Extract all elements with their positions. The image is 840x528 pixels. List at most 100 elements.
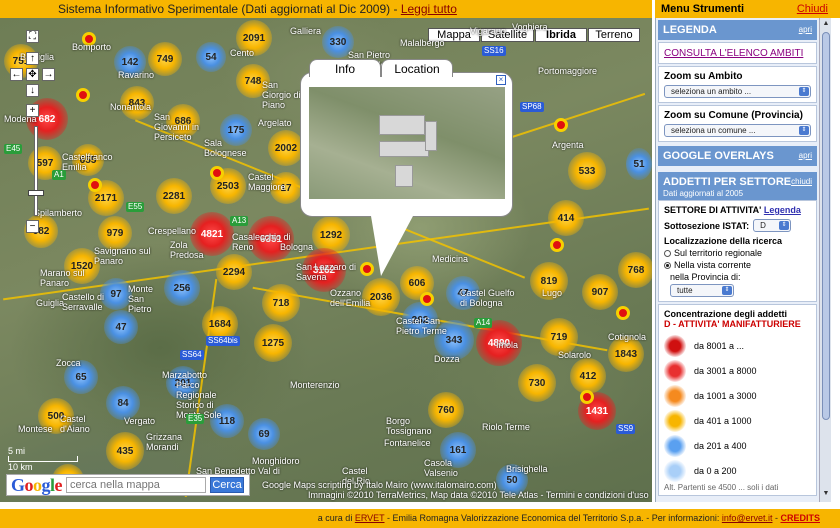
cluster-marker[interactable]: 84: [106, 386, 140, 420]
localizzazione-label: Localizzazione della ricerca: [664, 236, 783, 246]
place-label: Vigarano: [470, 26, 506, 36]
place-label: Fontanelice: [384, 438, 431, 448]
email-link[interactable]: info@ervet.it: [722, 513, 773, 523]
place-label: Argelato: [258, 118, 292, 128]
cluster-marker[interactable]: 47: [104, 310, 138, 344]
legend-header[interactable]: LEGENDA apri: [658, 20, 817, 40]
location-marker[interactable]: [76, 88, 90, 102]
zoom-in-icon[interactable]: +: [26, 104, 39, 117]
place-label: Guiglia: [36, 298, 65, 308]
place-label: Castel Maggiore: [248, 172, 286, 192]
location-marker[interactable]: [210, 166, 224, 180]
close-menu-link[interactable]: Chiudi: [797, 0, 828, 18]
place-label: Montese: [18, 424, 53, 434]
place-label: Argenta: [552, 140, 584, 150]
location-marker[interactable]: [88, 178, 102, 192]
tab-location[interactable]: Location: [381, 59, 453, 77]
sottosezione-select[interactable]: D ⇕: [753, 219, 792, 232]
radio-regional[interactable]: Sul territorio regionale: [664, 248, 811, 258]
fullscreen-icon[interactable]: ⛶: [26, 30, 39, 43]
legend-title: LEGENDA: [663, 24, 717, 36]
ervet-link[interactable]: ERVET: [355, 513, 385, 523]
ambiti-list-link[interactable]: CONSULTA L'ELENCO AMBITI: [664, 48, 803, 59]
pan-down-icon[interactable]: ↓: [26, 84, 39, 97]
place-label: Zola Predosa: [170, 240, 204, 260]
place-label: Casola Valsenio: [424, 458, 458, 478]
zoom-slider-thumb[interactable]: [28, 190, 44, 196]
search-button[interactable]: Cerca: [210, 477, 245, 493]
pan-up-icon[interactable]: ↑: [26, 52, 39, 65]
legend-row: da 201 a 400: [664, 433, 811, 458]
overlays-header[interactable]: GOOGLE OVERLAYS apri: [658, 146, 817, 166]
location-marker[interactable]: [420, 292, 434, 306]
cluster-marker[interactable]: 2281: [156, 178, 192, 214]
cluster-marker[interactable]: 718: [262, 284, 300, 322]
place-label: Sala Bolognese: [204, 138, 247, 158]
place-label: Monghidoro: [252, 456, 300, 466]
zoom-slider[interactable]: [34, 126, 38, 216]
sidebar-scrollbar[interactable]: ▲ ▼: [819, 18, 831, 502]
cluster-marker[interactable]: 412: [570, 358, 606, 394]
cluster-marker[interactable]: 69: [248, 418, 280, 450]
pan-right-icon[interactable]: →: [42, 68, 55, 81]
legend-toggle[interactable]: apri: [799, 25, 812, 34]
legend-color-swatch: [664, 459, 686, 482]
cluster-marker[interactable]: 730: [518, 364, 556, 402]
cluster-marker[interactable]: 907: [582, 274, 618, 310]
cluster-marker[interactable]: 435: [106, 432, 144, 470]
legend-label: da 401 a 1000: [694, 415, 752, 426]
radio-icon[interactable]: [664, 250, 671, 258]
scroll-down-icon[interactable]: ▼: [821, 490, 831, 500]
zoom-out-icon[interactable]: −: [26, 220, 39, 233]
overlays-toggle[interactable]: apri: [799, 151, 812, 160]
place-label: Grizzana Morandi: [146, 432, 183, 452]
comune-select[interactable]: seleziona un comune ... ⇕: [664, 124, 811, 137]
cluster-marker[interactable]: 256: [164, 270, 200, 306]
map-type-terrain[interactable]: Terreno: [588, 28, 640, 42]
pan-left-icon[interactable]: ←: [10, 68, 23, 81]
map-scale: 5 mi 10 km: [8, 446, 78, 472]
place-label: Marzabotto: [162, 370, 208, 380]
ambito-select[interactable]: seleziona un ambito ... ⇕: [664, 85, 811, 98]
provincia-select[interactable]: tutte ⇕: [670, 284, 734, 297]
cluster-marker[interactable]: 414: [548, 200, 584, 236]
road-shield: E55: [126, 202, 145, 212]
place-label: Bomporto: [72, 42, 112, 52]
road-shield: SS16: [482, 46, 506, 56]
addetti-header[interactable]: ADDETTI PER SETTORE chiudi Dati aggiorna…: [658, 172, 817, 200]
cluster-marker[interactable]: 1275: [254, 324, 292, 362]
legend-row: da 3001 a 8000: [664, 358, 811, 383]
addetti-toggle[interactable]: chiudi: [791, 177, 812, 186]
settore-legend-link[interactable]: Legenda: [764, 205, 801, 215]
place-label: Marano sul Panaro: [40, 268, 85, 288]
search-input[interactable]: [66, 477, 207, 493]
google-logo: Google: [11, 474, 63, 495]
legend-overflow-text: Alt. Partenti se 4500 ... soli i dati: [664, 483, 779, 491]
place-label: Castello di Serravalle: [62, 292, 105, 312]
cluster-marker[interactable]: 54: [196, 42, 226, 72]
cluster-marker[interactable]: 768: [618, 252, 652, 288]
radio-current-view[interactable]: Nella vista corrente: [664, 260, 811, 270]
scrollbar-thumb[interactable]: [822, 32, 830, 420]
radio-selected-icon[interactable]: [664, 262, 671, 270]
cluster-marker[interactable]: 51: [626, 148, 652, 180]
pan-center-icon[interactable]: ✥: [26, 68, 39, 81]
location-marker[interactable]: [616, 306, 630, 320]
addetti-section: SETTORE DI ATTIVITA' Legenda Sottosezion…: [658, 200, 817, 302]
cluster-marker[interactable]: 2002: [268, 130, 304, 166]
credits-link[interactable]: CREDITS: [780, 513, 820, 523]
location-marker[interactable]: [580, 390, 594, 404]
map-canvas[interactable]: Mappa Satellite Ibrida Terreno 751 142 7…: [0, 18, 652, 502]
place-label: Zocca: [56, 358, 81, 368]
info-window-tail: [371, 216, 413, 276]
close-icon[interactable]: ×: [496, 75, 506, 85]
cluster-marker[interactable]: 979: [98, 216, 132, 250]
cluster-marker[interactable]: 533: [568, 152, 606, 190]
cluster-marker[interactable]: 2294: [216, 254, 252, 290]
tab-info[interactable]: Info: [309, 59, 381, 77]
location-marker[interactable]: [550, 238, 564, 252]
location-marker[interactable]: [554, 118, 568, 132]
read-more-link[interactable]: Leggi tutto: [401, 2, 457, 16]
legend-label: da 201 a 400: [694, 440, 747, 451]
scroll-up-icon[interactable]: ▲: [821, 20, 831, 30]
